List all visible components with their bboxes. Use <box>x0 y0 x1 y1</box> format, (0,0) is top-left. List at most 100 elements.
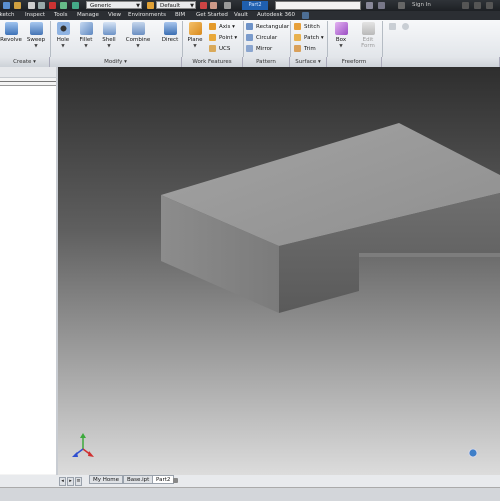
chevron-down-icon: ▼ <box>136 3 140 9</box>
patch-icon <box>294 34 301 41</box>
binoculars-icon[interactable] <box>366 2 373 9</box>
panel-empty <box>382 57 500 67</box>
redo-icon[interactable] <box>38 2 45 9</box>
appearance-icon <box>147 2 154 9</box>
panel-surface-label: Surface <box>295 59 317 65</box>
update-icon[interactable] <box>49 2 56 9</box>
panel-freeform[interactable]: Freeform <box>327 57 382 67</box>
search-input[interactable] <box>275 1 361 10</box>
trim-label: Trim <box>304 46 316 52</box>
ucs-label: UCS <box>219 46 231 52</box>
browser-divider <box>0 81 56 82</box>
patch-button[interactable]: Patch ▾ <box>294 34 324 43</box>
chevron-down-icon: ▼ <box>107 44 111 49</box>
parameters-icon[interactable] <box>210 2 217 9</box>
ucs-button[interactable]: UCS <box>209 45 230 54</box>
tab-list-button[interactable]: ≡ <box>75 477 82 486</box>
tab-scroll-left-button[interactable]: ◂ <box>59 477 66 486</box>
rectangular-pattern-icon <box>246 23 253 30</box>
ribbon-extra-icon[interactable] <box>389 23 396 30</box>
combine-button[interactable]: Combine ▼ <box>123 22 153 49</box>
rectangular-pattern-button[interactable]: Rectangular <box>246 23 289 32</box>
tab-get-started[interactable]: Get Started <box>196 11 228 20</box>
fillet-button[interactable]: Fillet ▼ <box>76 22 96 49</box>
model-notch-face[interactable] <box>359 253 500 257</box>
sweep-icon <box>29 22 43 35</box>
chevron-down-icon: ▼ <box>190 3 194 9</box>
doc-tab-my-home[interactable]: My Home <box>89 475 123 484</box>
edit-form-label-line2: Form <box>361 43 375 49</box>
close-icon[interactable] <box>486 2 493 9</box>
hole-icon <box>56 22 70 35</box>
ribbon-options-dropdown-icon[interactable] <box>402 23 409 30</box>
model-browser-panel <box>0 67 58 475</box>
tab-vault[interactable]: Vault <box>234 11 248 20</box>
undo-icon[interactable] <box>14 2 21 9</box>
tab-sketch[interactable]: Sketch <box>0 11 15 20</box>
panel-freeform-label: Freeform <box>341 59 367 65</box>
box-button[interactable]: Box ▼ <box>331 22 351 49</box>
combine-icon <box>131 22 145 35</box>
edit-form-button[interactable]: Edit Form <box>357 22 379 49</box>
panel-work-features[interactable]: Work Features <box>182 57 243 67</box>
ribbon-options-icon[interactable] <box>302 12 309 19</box>
tab-tools[interactable]: Tools <box>54 11 68 20</box>
bottom-bar: ◂ ▸ ≡ My Home Base.ipt Part2 <box>0 475 500 501</box>
panel-pattern[interactable]: Pattern <box>243 57 290 67</box>
save-icon[interactable] <box>3 2 10 9</box>
browser-tree[interactable] <box>0 85 56 474</box>
panel-work-features-label: Work Features <box>192 59 232 65</box>
doc-tab-part2[interactable]: Part2 <box>152 475 175 484</box>
plane-icon <box>188 22 202 35</box>
panel-create[interactable]: Create ▾ <box>0 57 50 67</box>
ribbon-panel-labels: Create ▾ Modify ▾ Work Features Pattern … <box>0 57 500 67</box>
box-label: Box <box>335 37 347 43</box>
mirror-icon <box>246 45 253 52</box>
window-icon[interactable] <box>224 2 231 9</box>
patch-label: Patch <box>304 35 320 41</box>
axis-button[interactable]: Axis ▾ <box>209 23 235 32</box>
select-icon[interactable] <box>60 2 67 9</box>
revolve-button[interactable]: Revolve <box>0 22 22 43</box>
hole-button[interactable]: Hole ▼ <box>53 22 73 49</box>
plane-label: Plane <box>187 37 203 43</box>
sign-in-link[interactable]: Sign In <box>412 1 431 10</box>
mirror-button[interactable]: Mirror <box>246 45 272 54</box>
combine-label: Combine <box>125 37 151 43</box>
material-combo[interactable]: Generic ▼ <box>86 1 142 9</box>
shell-label: Shell <box>102 37 116 43</box>
navigation-globe-icon[interactable] <box>468 448 478 458</box>
sweep-button[interactable]: Sweep ▼ <box>25 22 47 49</box>
appearance-combo[interactable]: Default ▼ <box>156 1 196 9</box>
circular-pattern-button[interactable]: Circular <box>246 34 277 43</box>
stitch-label: Stitch <box>304 24 320 30</box>
close-tab-icon[interactable] <box>173 478 178 483</box>
shell-button[interactable]: Shell ▼ <box>99 22 119 49</box>
tab-bim[interactable]: BIM <box>175 11 185 20</box>
help-tools-icon[interactable] <box>378 2 385 9</box>
fillet-icon <box>79 22 93 35</box>
tab-environments[interactable]: Environments <box>128 11 166 20</box>
plane-button[interactable]: Plane ▼ <box>184 22 206 49</box>
graphics-viewport[interactable] <box>58 67 500 475</box>
fx-icon[interactable] <box>200 2 207 9</box>
doc-tab-base-ipt[interactable]: Base.ipt <box>123 475 154 484</box>
tab-scroll-right-button[interactable]: ▸ <box>67 477 74 486</box>
panel-modify[interactable]: Modify ▾ <box>50 57 182 67</box>
panel-pattern-label: Pattern <box>256 59 276 65</box>
tab-autodesk-360[interactable]: Autodesk 360 <box>257 11 295 20</box>
tab-view[interactable]: View <box>108 11 121 20</box>
stitch-button[interactable]: Stitch <box>294 23 320 32</box>
panel-modify-label: Modify <box>104 59 123 65</box>
panel-surface[interactable]: Surface ▾ <box>290 57 327 67</box>
tab-manage[interactable]: Manage <box>77 11 99 20</box>
tab-inspect[interactable]: Inspect <box>25 11 45 20</box>
maximize-icon[interactable] <box>474 2 481 9</box>
direct-button[interactable]: Direct <box>158 22 182 43</box>
point-icon <box>209 34 216 41</box>
minimize-icon[interactable] <box>462 2 469 9</box>
trim-button[interactable]: Trim <box>294 45 316 54</box>
stitch-icon <box>294 23 301 30</box>
home-icon[interactable] <box>28 2 35 9</box>
point-button[interactable]: Point ▾ <box>209 34 237 43</box>
